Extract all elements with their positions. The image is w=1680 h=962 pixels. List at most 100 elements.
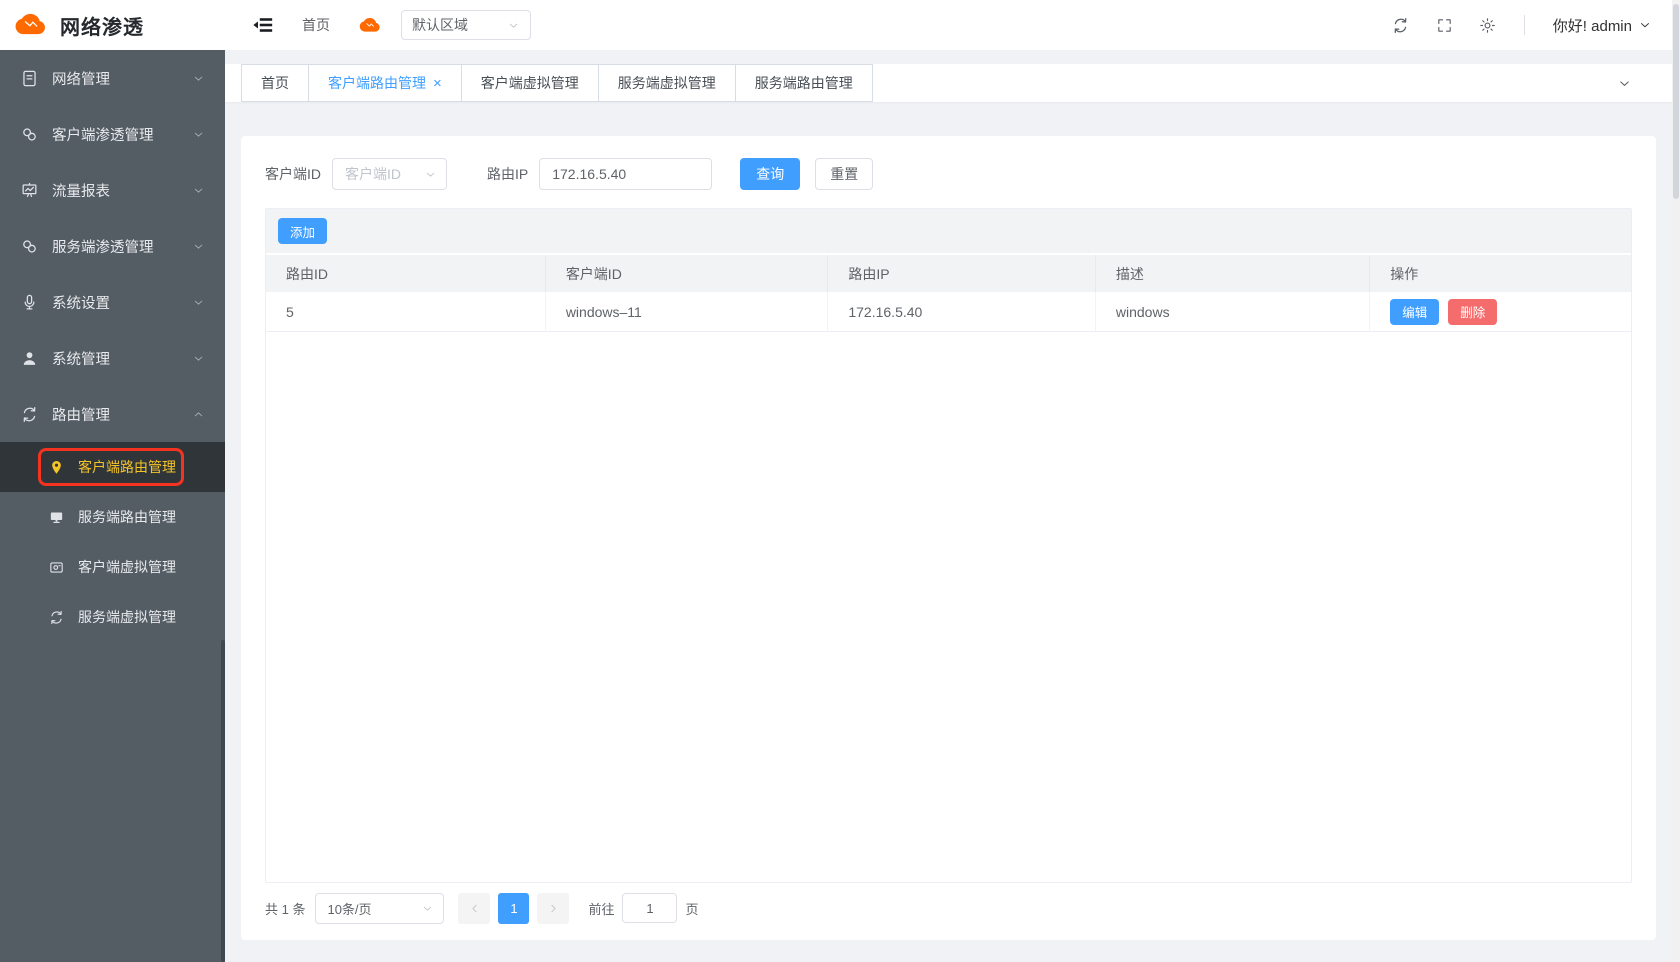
chevron-down-icon bbox=[192, 128, 205, 141]
tabs-bar: 首页 客户端路由管理 × 客户端虚拟管理 服务端虚拟管理 服务端路由管理 bbox=[225, 64, 1680, 102]
tab-client-route-mgmt[interactable]: 客户端路由管理 × bbox=[308, 64, 462, 102]
refresh-icon bbox=[48, 609, 65, 626]
app-logo: 网络渗透 bbox=[0, 8, 225, 42]
add-button[interactable]: 添加 bbox=[278, 218, 327, 244]
sidebar-item-system-mgmt[interactable]: 系统管理 bbox=[0, 330, 225, 386]
sidebar-subitem-label: 服务端虚拟管理 bbox=[78, 607, 176, 627]
next-page-button[interactable] bbox=[537, 893, 569, 924]
sidebar-item-system-settings[interactable]: 系统设置 bbox=[0, 274, 225, 330]
sidebar-item-network-mgmt[interactable]: 网络管理 bbox=[0, 50, 225, 106]
sidebar-item-client-pentest-mgmt[interactable]: 客户端渗透管理 bbox=[0, 106, 225, 162]
client-id-label: 客户端ID bbox=[265, 164, 321, 184]
header-actions: 你好! admin bbox=[1391, 15, 1680, 36]
page-number-button[interactable]: 1 bbox=[498, 893, 529, 924]
tab-home[interactable]: 首页 bbox=[241, 64, 309, 102]
sidebar-item-label: 系统设置 bbox=[52, 292, 110, 313]
delete-button[interactable]: 删除 bbox=[1448, 299, 1497, 325]
location-pin-icon bbox=[48, 459, 65, 476]
table-container: 添加 路由ID 客户端ID 路由IP 描述 操作 5 windows–11 bbox=[265, 208, 1632, 883]
page-unit-label: 页 bbox=[685, 899, 698, 918]
column-header-route-id: 路由ID bbox=[266, 255, 546, 292]
chevron-down-icon bbox=[192, 184, 205, 197]
sidebar-item-server-pentest-mgmt[interactable]: 服务端渗透管理 bbox=[0, 218, 225, 274]
sidebar-subitem-label: 服务端路由管理 bbox=[78, 507, 176, 527]
chevron-down-icon bbox=[192, 72, 205, 85]
sidebar-collapse-icon[interactable] bbox=[250, 14, 276, 36]
table-toolbar: 添加 bbox=[266, 209, 1631, 255]
user-icon bbox=[20, 349, 39, 368]
prev-page-button[interactable] bbox=[458, 893, 490, 924]
sidebar-item-route-mgmt[interactable]: 路由管理 bbox=[0, 386, 225, 442]
content-card: 客户端ID 客户端ID 路由IP 查询 重置 bbox=[241, 136, 1656, 940]
chevron-down-icon bbox=[507, 19, 520, 32]
sidebar-item-label: 路由管理 bbox=[52, 404, 110, 425]
reset-button[interactable]: 重置 bbox=[815, 158, 873, 190]
sidebar-subitem-label: 客户端路由管理 bbox=[78, 457, 176, 477]
route-ip-label: 路由IP bbox=[487, 164, 528, 184]
region-select[interactable]: 默认区域 bbox=[401, 10, 531, 40]
region-select-value: 默认区域 bbox=[412, 15, 468, 35]
tab-server-route-mgmt[interactable]: 服务端路由管理 bbox=[735, 64, 873, 102]
main-area: 首页 客户端路由管理 × 客户端虚拟管理 服务端虚拟管理 服务端路由管理 客户端… bbox=[225, 50, 1680, 962]
sidebar-subitem-client-route-mgmt[interactable]: 客户端路由管理 bbox=[0, 442, 225, 492]
user-menu[interactable]: 你好! admin bbox=[1553, 15, 1652, 36]
search-button[interactable]: 查询 bbox=[740, 158, 800, 190]
chevron-down-icon bbox=[424, 168, 437, 181]
pagination-bar: 共 1 条 10条/页 1 前往 bbox=[265, 892, 1632, 924]
page-size-value: 10条/页 bbox=[327, 899, 371, 918]
top-header: 网络渗透 首页 默认区域 bbox=[0, 0, 1680, 50]
tab-close-icon[interactable]: × bbox=[433, 76, 442, 91]
fullscreen-icon[interactable] bbox=[1436, 17, 1453, 34]
chevron-right-icon bbox=[547, 902, 560, 915]
document-icon bbox=[20, 69, 39, 88]
page-size-select[interactable]: 10条/页 bbox=[315, 893, 444, 924]
sidebar-subitem-server-route-mgmt[interactable]: 服务端路由管理 bbox=[0, 492, 225, 542]
sidebar-item-traffic-report[interactable]: 流量报表 bbox=[0, 162, 225, 218]
column-header-description: 描述 bbox=[1096, 255, 1370, 292]
app-title: 网络渗透 bbox=[60, 11, 144, 40]
cloud-icon bbox=[356, 14, 383, 37]
sidebar-subitem-client-virtual-mgmt[interactable]: 客户端虚拟管理 bbox=[0, 542, 225, 592]
table-row: 5 windows–11 172.16.5.40 windows 编辑 删除 bbox=[266, 292, 1631, 332]
app-window: 网络渗透 首页 默认区域 bbox=[0, 0, 1680, 962]
column-header-route-ip: 路由IP bbox=[828, 255, 1096, 292]
refresh-icon[interactable] bbox=[1391, 16, 1410, 35]
cell-route-id: 5 bbox=[266, 292, 546, 331]
monitor-icon bbox=[48, 509, 65, 526]
chevron-down-icon bbox=[192, 352, 205, 365]
sidebar-item-label: 服务端渗透管理 bbox=[52, 236, 154, 257]
edit-button[interactable]: 编辑 bbox=[1390, 299, 1439, 325]
chevron-down-icon bbox=[421, 902, 434, 915]
chevron-left-icon bbox=[468, 902, 481, 915]
window-scrollbar-thumb[interactable] bbox=[1673, 4, 1679, 199]
connection-icon bbox=[20, 125, 39, 144]
table-empty-area bbox=[266, 332, 1631, 882]
sidebar-item-label: 流量报表 bbox=[52, 180, 110, 201]
breadcrumb[interactable]: 首页 bbox=[302, 15, 330, 35]
chevron-down-icon bbox=[192, 296, 205, 309]
sidebar-subitem-label: 客户端虚拟管理 bbox=[78, 557, 176, 577]
tabs-overflow-chevron[interactable] bbox=[1617, 64, 1632, 102]
connection-icon bbox=[20, 237, 39, 256]
sidebar-item-label: 系统管理 bbox=[52, 348, 110, 369]
presentation-chart-icon bbox=[20, 181, 39, 200]
cell-route-ip: 172.16.5.40 bbox=[828, 292, 1096, 331]
id-card-icon bbox=[48, 559, 65, 576]
goto-label: 前往 bbox=[588, 899, 614, 918]
goto-page-input[interactable] bbox=[622, 893, 677, 923]
route-ip-input[interactable] bbox=[539, 158, 712, 190]
theme-sun-icon[interactable] bbox=[1479, 17, 1496, 34]
sidebar-subitem-server-virtual-mgmt[interactable]: 服务端虚拟管理 bbox=[0, 592, 225, 642]
tab-client-virtual-mgmt[interactable]: 客户端虚拟管理 bbox=[461, 64, 599, 102]
tab-server-virtual-mgmt[interactable]: 服务端虚拟管理 bbox=[598, 64, 736, 102]
client-id-select[interactable]: 客户端ID bbox=[332, 158, 447, 190]
table-header-row: 路由ID 客户端ID 路由IP 描述 操作 bbox=[266, 255, 1631, 292]
chevron-down-icon bbox=[1617, 76, 1632, 91]
sidebar-item-label: 客户端渗透管理 bbox=[52, 124, 154, 145]
chevron-up-icon bbox=[192, 408, 205, 421]
user-greeting: 你好! admin bbox=[1553, 15, 1632, 36]
sidebar: 网络管理 客户端渗透管理 流量报表 服务端渗透管理 系统设置 bbox=[0, 50, 225, 962]
microphone-icon bbox=[20, 293, 39, 312]
refresh-icon bbox=[20, 405, 39, 424]
sidebar-item-label: 网络管理 bbox=[52, 68, 110, 89]
